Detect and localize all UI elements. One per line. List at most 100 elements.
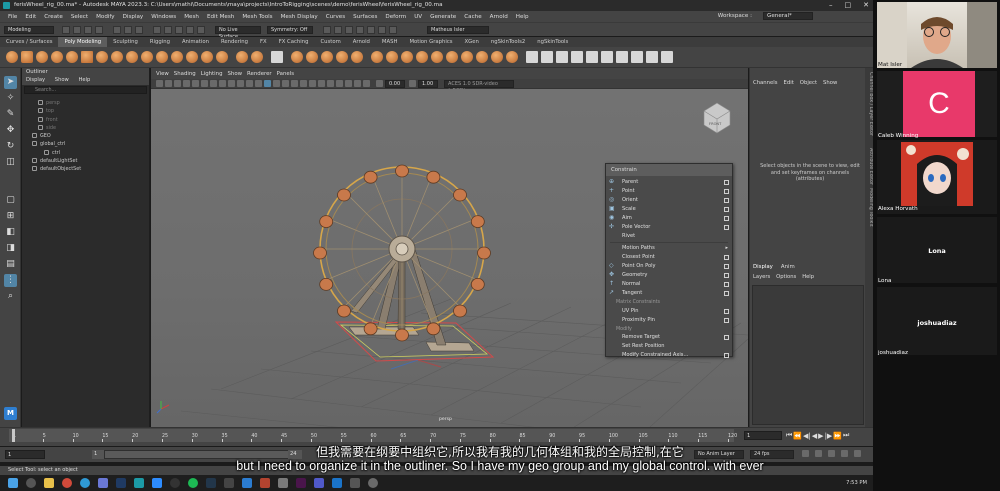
uv-editor-icon[interactable] xyxy=(526,51,538,63)
gate-mask-icon[interactable] xyxy=(219,80,226,87)
snap-grid-icon[interactable] xyxy=(153,25,161,34)
render-icon[interactable] xyxy=(323,25,331,34)
constrain-menu-item[interactable]: ◉ Aim xyxy=(606,214,732,223)
constrain-menu-item[interactable]: ↑ Normal xyxy=(606,280,732,289)
constrain-menu-item[interactable]: Closest Point xyxy=(606,253,732,262)
option-box-icon[interactable] xyxy=(724,282,729,287)
menu-file[interactable]: File xyxy=(8,14,17,20)
poly-gear-icon[interactable] xyxy=(186,51,198,63)
resolution-gate-icon[interactable] xyxy=(210,80,217,87)
outliner-item[interactable]: top xyxy=(22,107,149,115)
viewport-menu-shading[interactable]: Shading xyxy=(174,71,196,77)
poly-cone-icon[interactable] xyxy=(51,51,63,63)
gamma-icon[interactable] xyxy=(409,80,416,87)
layout-outliner-persp-icon[interactable]: ◨ xyxy=(4,242,17,255)
zoom-icon[interactable] xyxy=(152,478,162,488)
menu-generate[interactable]: Generate xyxy=(430,14,456,20)
textured-icon[interactable] xyxy=(282,80,289,87)
viewport-menu-lighting[interactable]: Lighting xyxy=(201,71,223,77)
select-hierarchy-icon[interactable] xyxy=(113,25,121,34)
participant-tile-mat[interactable]: Mat Isler xyxy=(877,2,997,68)
shelf-tab-fx[interactable]: FX xyxy=(254,37,273,47)
poly-plane-icon[interactable] xyxy=(81,51,93,63)
windows-start-icon[interactable] xyxy=(8,478,18,488)
viewport-menu-renderer[interactable]: Renderer xyxy=(247,71,272,77)
constrain-menu-item[interactable]: ◇ Point On Poly xyxy=(606,262,732,271)
depth-of-field-icon[interactable] xyxy=(336,80,343,87)
menu-arnold[interactable]: Arnold xyxy=(490,14,508,20)
photoshop-icon[interactable] xyxy=(116,478,126,488)
maya-taskbar-icon[interactable] xyxy=(134,478,144,488)
channelbox-menu-channels[interactable]: Channels xyxy=(753,80,778,86)
constrain-menu-item[interactable]: ⊕ Parent xyxy=(606,178,732,187)
minimize-button[interactable]: – xyxy=(829,1,833,9)
redo-icon[interactable] xyxy=(95,25,103,34)
maya-home-icon[interactable]: M xyxy=(4,407,17,420)
xray-icon[interactable] xyxy=(354,80,361,87)
step-back-key-icon[interactable]: ⏪ xyxy=(793,432,802,440)
shelf-tab-poly-modeling[interactable]: Poly Modeling xyxy=(58,37,108,47)
menu-select[interactable]: Select xyxy=(71,14,88,20)
constrain-menu-item[interactable]: UV Pin xyxy=(606,307,732,316)
separate-icon[interactable] xyxy=(306,51,318,63)
motion-blur-icon[interactable] xyxy=(318,80,325,87)
viewport-menu-view[interactable]: View xyxy=(156,71,169,77)
participant-tile-lona[interactable]: Lona Lona xyxy=(877,217,997,284)
poly-pipe-icon[interactable] xyxy=(156,51,168,63)
collapse-icon[interactable] xyxy=(491,51,503,63)
constrain-menu-item[interactable]: Rivet xyxy=(606,232,732,241)
constrain-menu-item[interactable]: Remove Target xyxy=(606,333,732,342)
edge-icon[interactable] xyxy=(80,478,90,488)
smooth-shade-icon[interactable] xyxy=(264,80,271,87)
grid-toggle-icon[interactable] xyxy=(192,80,199,87)
layout-custom-icon[interactable]: ⋮ xyxy=(4,274,17,287)
automatic-map-icon[interactable] xyxy=(586,51,598,63)
gamma-field[interactable]: 1.00 xyxy=(418,79,438,88)
shelf-tab-fx-caching[interactable]: FX Caching xyxy=(273,37,315,47)
shelf-tab-xgen[interactable]: XGen xyxy=(459,37,485,47)
menu-set-dropdown[interactable]: Modeling xyxy=(4,25,54,34)
constrain-menu-item[interactable]: Set Rest Position xyxy=(606,342,732,351)
select-component-icon[interactable] xyxy=(135,25,143,34)
extrude-icon[interactable] xyxy=(371,51,383,63)
viewcube[interactable]: FRONT xyxy=(703,102,731,134)
option-box-icon[interactable] xyxy=(724,189,729,194)
wireframe-on-shaded-icon[interactable] xyxy=(273,80,280,87)
exposure-field[interactable]: 0.00 xyxy=(385,79,405,88)
menu-mesh-tools[interactable]: Mesh Tools xyxy=(242,14,272,20)
open-scene-icon[interactable] xyxy=(62,25,70,34)
shelf-tab-ngskintools2[interactable]: ngSkinTools2 xyxy=(485,37,531,47)
shelf-tab-rigging[interactable]: Rigging xyxy=(144,37,176,47)
shelf-tab-custom[interactable]: Custom xyxy=(314,37,346,47)
outliner-item[interactable]: side xyxy=(22,124,149,132)
option-box-icon[interactable] xyxy=(724,198,729,203)
constrain-menu-item[interactable]: ◎ Orient xyxy=(606,196,732,205)
option-box-icon[interactable] xyxy=(724,180,729,185)
channelbox-menu-show[interactable]: Show xyxy=(823,80,837,86)
step-back-frame-icon[interactable]: ◀| xyxy=(803,432,811,440)
outliner-item[interactable]: defaultLightSet xyxy=(22,157,149,165)
menu-curves[interactable]: Curves xyxy=(326,14,345,20)
safe-title-icon[interactable] xyxy=(246,80,253,87)
mail-icon[interactable] xyxy=(332,478,342,488)
insert-edge-loop-icon[interactable] xyxy=(506,51,518,63)
outliner-menu-show[interactable]: Show xyxy=(55,77,69,83)
slack-icon[interactable] xyxy=(296,478,306,488)
shelf-tab-motion-graphics[interactable]: Motion Graphics xyxy=(403,37,458,47)
zoom-tool-icon[interactable]: ⌕ xyxy=(4,290,17,303)
shelf-tab-mash[interactable]: MASH xyxy=(376,37,404,47)
outliner-menu-help[interactable]: Help xyxy=(78,77,90,83)
render-view-icon[interactable] xyxy=(367,25,375,34)
constrain-menu-item[interactable]: ▣ Scale xyxy=(606,205,732,214)
image-plane-icon[interactable] xyxy=(183,80,190,87)
unfold-icon[interactable] xyxy=(601,51,613,63)
constrain-menu-title[interactable]: Constrain xyxy=(606,164,732,176)
participant-tile-alexa[interactable]: Alexa Horvath xyxy=(877,140,997,214)
viewport-menu-show[interactable]: Show xyxy=(228,71,243,77)
lasso-tool-icon[interactable]: ✧ xyxy=(4,92,17,105)
menu-help[interactable]: Help xyxy=(516,14,529,20)
option-box-icon[interactable] xyxy=(724,255,729,260)
play-backwards-icon[interactable]: ◀ xyxy=(812,432,817,440)
boolean-icon[interactable] xyxy=(336,51,348,63)
workspace-dropdown[interactable]: General* xyxy=(763,12,813,20)
